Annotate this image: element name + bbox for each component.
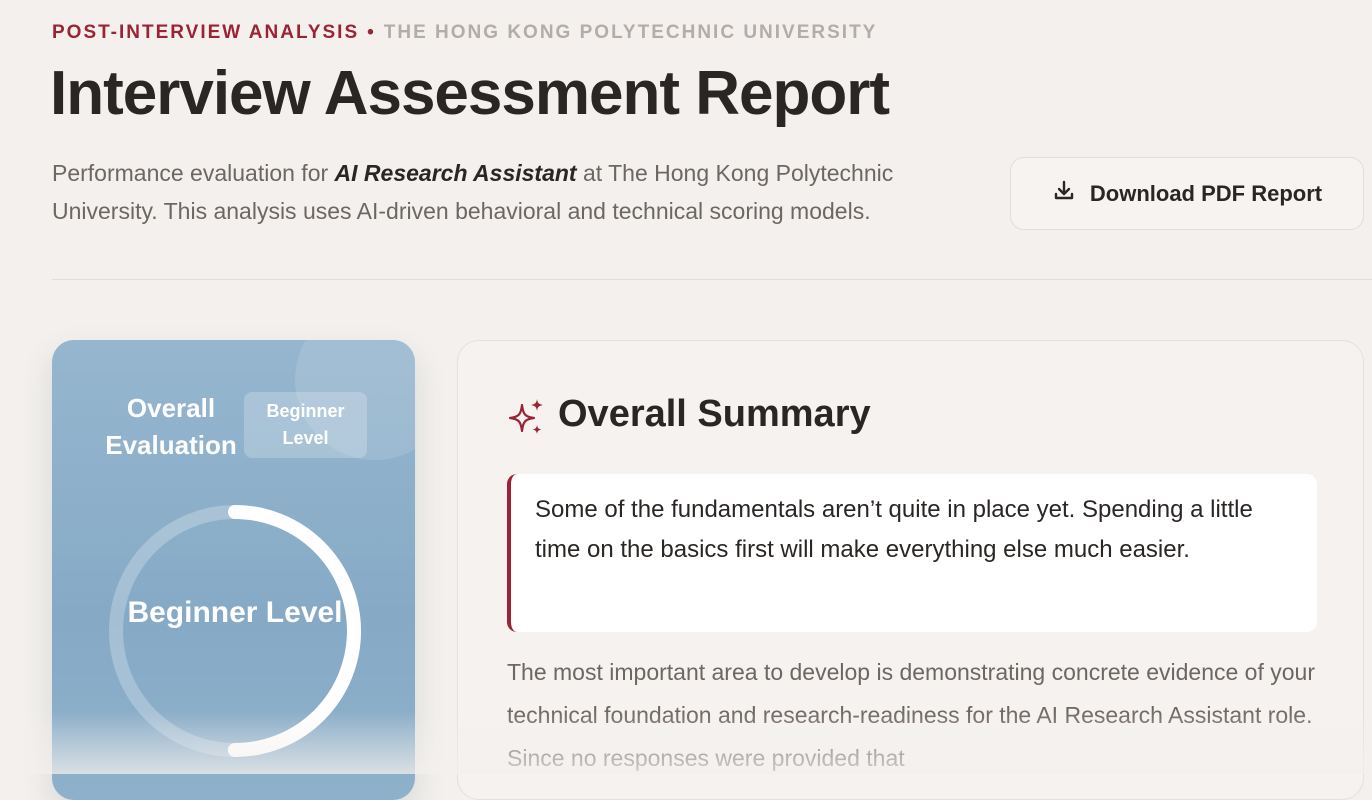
page-description: Performance evaluation for AI Research A… bbox=[52, 154, 992, 230]
overall-evaluation-card: Overall Evaluation Beginner Level Beginn… bbox=[52, 340, 415, 800]
download-pdf-button[interactable]: Download PDF Report bbox=[1010, 157, 1364, 230]
ring-label: Beginner Level bbox=[127, 596, 343, 629]
evaluation-title: Overall Evaluation bbox=[105, 393, 237, 460]
eyebrow-primary: POST-INTERVIEW ANALYSIS bbox=[52, 22, 360, 43]
summary-body: The most important area to develop is de… bbox=[507, 659, 1315, 771]
eyebrow-separator: • bbox=[367, 22, 376, 43]
summary-quote: Some of the fundamentals aren’t quite in… bbox=[507, 474, 1317, 632]
eyebrow-secondary: THE HONG KONG POLYTECHNIC UNIVERSITY bbox=[383, 22, 878, 43]
level-badge: Beginner Level bbox=[244, 392, 367, 458]
description-role: AI Research Assistant bbox=[334, 160, 577, 186]
description-prefix: Performance evaluation for bbox=[52, 160, 335, 186]
header-divider bbox=[52, 279, 1372, 280]
download-icon bbox=[1052, 179, 1076, 209]
download-pdf-label: Download PDF Report bbox=[1089, 180, 1323, 206]
page-title: Interview Assessment Report bbox=[50, 59, 890, 128]
progress-ring bbox=[109, 505, 361, 757]
overall-summary-card: Overall Summary Some of the fundamentals… bbox=[457, 340, 1364, 800]
summary-heading: Overall Summary bbox=[558, 393, 871, 435]
eyebrow: POST-INTERVIEW ANALYSIS • THE HONG KONG PO… bbox=[52, 22, 877, 44]
sparkles-icon bbox=[508, 397, 546, 437]
